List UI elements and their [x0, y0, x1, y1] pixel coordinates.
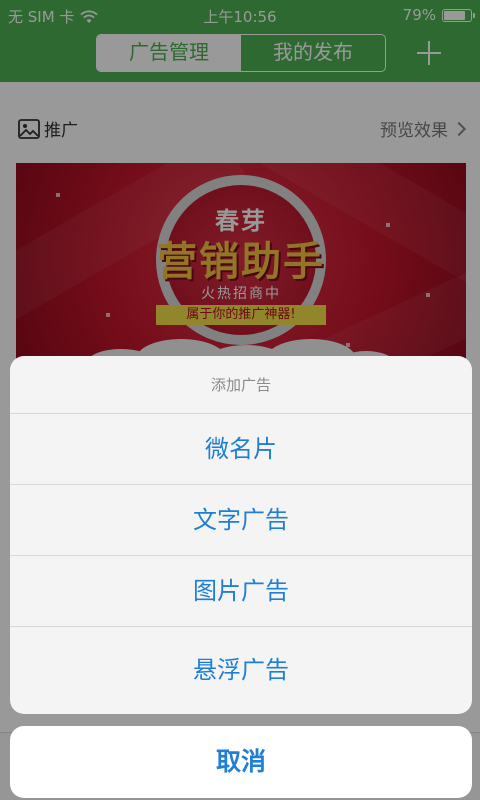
option-business-card[interactable]: 微名片: [10, 414, 472, 485]
option-text-ad[interactable]: 文字广告: [10, 485, 472, 556]
action-sheet: 添加广告 微名片 文字广告 图片广告 悬浮广告: [10, 356, 472, 714]
option-floating-ad[interactable]: 悬浮广告: [10, 627, 472, 714]
option-image-ad[interactable]: 图片广告: [10, 556, 472, 627]
action-sheet-title: 添加广告: [10, 356, 472, 414]
cancel-button[interactable]: 取消: [10, 726, 472, 798]
